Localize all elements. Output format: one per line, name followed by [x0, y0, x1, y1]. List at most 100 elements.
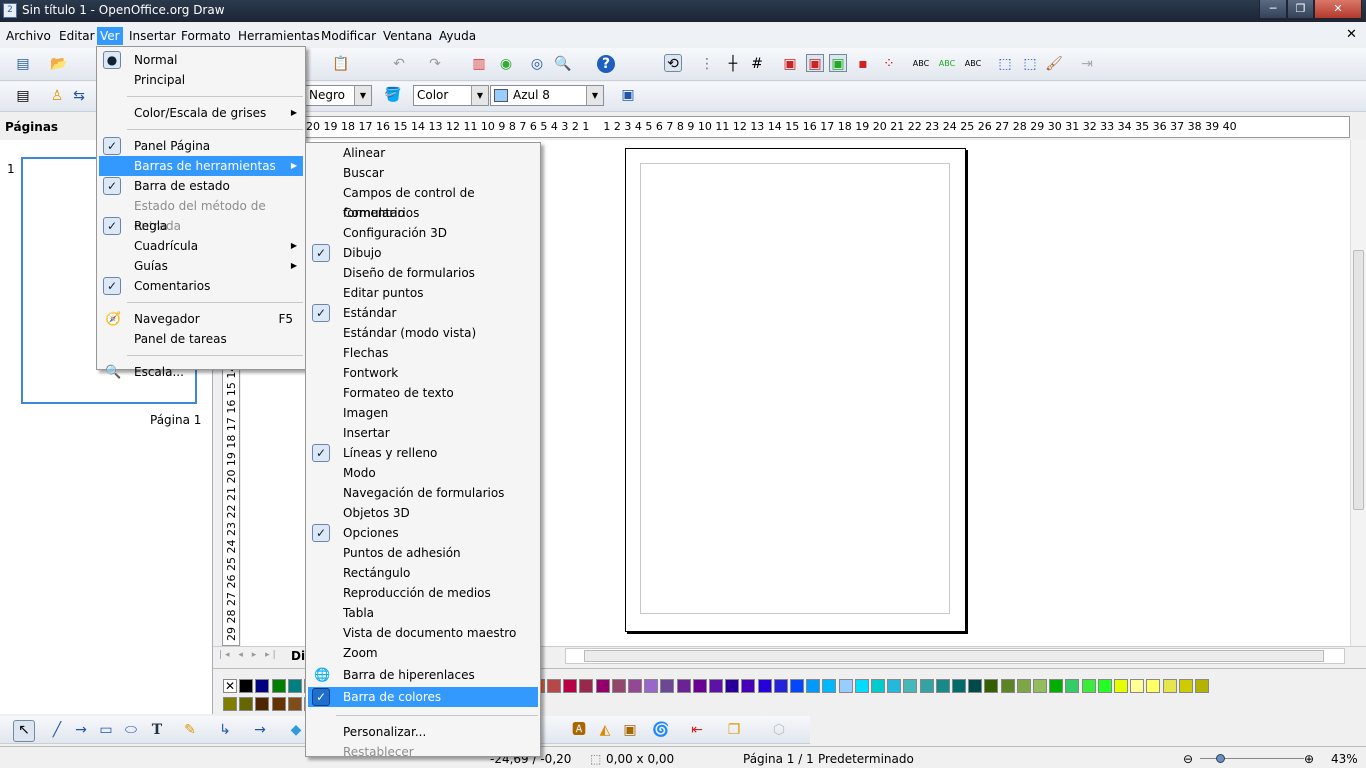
menu-item-buscar[interactable]: Buscar [308, 163, 538, 183]
color-swatch[interactable] [1081, 679, 1096, 693]
text-abc-green-icon[interactable]: ABC [938, 55, 956, 73]
menu-item-escala[interactable]: 🔍 Escala... [99, 362, 303, 382]
color-swatch[interactable] [223, 697, 237, 711]
menu-formato[interactable]: Formato [178, 27, 234, 45]
snap-points-icon[interactable]: ⁘ [880, 55, 898, 73]
color-swatch[interactable] [725, 679, 740, 693]
color-swatch[interactable] [1000, 679, 1015, 693]
snap-object-icon[interactable]: ▪ [854, 55, 872, 73]
zoom-out-icon[interactable]: ⊖ [1183, 752, 1193, 766]
shadow-icon[interactable]: ▣ [619, 86, 637, 104]
image-icon[interactable]: ▣ [621, 721, 639, 739]
menu-herramientas[interactable]: Herramientas [235, 27, 323, 45]
menu-item-alinear[interactable]: Alinear [308, 143, 538, 163]
menu-editar[interactable]: Editar [56, 27, 98, 45]
menu-item-campos-de-control-de-formulario[interactable]: Campos de control de formulario [308, 183, 538, 220]
menu-insertar[interactable]: Insertar [126, 27, 179, 45]
color-swatch[interactable] [644, 679, 659, 693]
vertical-scrollbar[interactable] [1350, 140, 1366, 646]
menu-item-barra-de-colores[interactable]: ✓ Barra de colores [308, 687, 538, 707]
menu-item-reproduccion-de-medios[interactable]: Reproducción de medios [308, 583, 538, 603]
menu-item-tabla[interactable]: Tabla [308, 603, 538, 623]
color-swatch[interactable] [1178, 679, 1193, 693]
area-style-dropdown[interactable]: Color ▼ [413, 85, 489, 106]
color-swatch[interactable] [838, 679, 853, 693]
menu-ver[interactable]: Ver [97, 27, 123, 45]
color-swatch[interactable] [709, 679, 723, 693]
menu-item-barras-de-herramientas[interactable]: Barras de herramientas ▶ [99, 156, 303, 176]
close-button[interactable]: ✕ [1314, 0, 1362, 19]
undo-icon[interactable]: ↶ [390, 55, 408, 73]
zoom-icon[interactable]: 🔍 [554, 55, 572, 73]
ellipse-icon[interactable]: ⬭ [122, 721, 140, 739]
color-swatch[interactable] [822, 679, 837, 693]
menu-item-principal[interactable]: Principal [99, 70, 303, 90]
menu-item-rectangulo[interactable]: Rectángulo [308, 563, 538, 583]
minimize-button[interactable]: ─ [1259, 0, 1287, 19]
menu-item-navegador[interactable]: 🧭 Navegador F5 [99, 309, 303, 329]
color-swatch[interactable] [676, 679, 691, 693]
color-swatch[interactable] [887, 679, 902, 693]
color-swatch[interactable] [790, 679, 804, 693]
menu-item-objetos-3d[interactable]: Objetos 3D [308, 503, 538, 523]
menu-item-flechas[interactable]: Flechas [308, 343, 538, 363]
zoom-slider-handle[interactable] [1216, 754, 1225, 763]
styles-icon[interactable]: ▤ [14, 87, 32, 105]
basic-shapes-icon[interactable]: ◆ [287, 721, 305, 739]
text-tool-icon[interactable]: T [148, 721, 166, 739]
color-swatch[interactable] [255, 697, 270, 711]
color-swatch[interactable] [871, 679, 885, 693]
area-color-dropdown[interactable]: Azul 8 ▼ [490, 85, 604, 106]
align-icon[interactable]: ⇤ [688, 721, 706, 739]
frame-icon[interactable]: # [748, 55, 766, 73]
menu-item-barra-de-hiperenlaces[interactable]: 🌐 Barra de hiperenlaces [308, 665, 538, 685]
arrow-line-icon[interactable]: → [72, 721, 90, 739]
menu-item-color-escala-de-grises[interactable]: Color/Escala de grises ▶ [99, 103, 303, 123]
color-swatch[interactable] [741, 679, 756, 693]
horizontal-scrollbar[interactable] [565, 648, 1345, 664]
color-swatch[interactable] [660, 679, 675, 693]
scroll-thumb[interactable] [1353, 250, 1364, 510]
lines-arrows-icon[interactable]: → [251, 721, 269, 739]
menu-item-diseno-de-formularios[interactable]: Diseño de formularios [308, 263, 538, 283]
menu-ventana[interactable]: Ventana [380, 27, 435, 45]
menu-item-formateo-de-texto[interactable]: Formateo de texto [308, 383, 538, 403]
select-icon[interactable]: ↖ [13, 720, 35, 742]
color-swatch[interactable] [1016, 679, 1031, 693]
color-swatch[interactable] [287, 697, 302, 711]
menu-item-fontwork[interactable]: Fontwork [308, 363, 538, 383]
fontwork-gallery-icon[interactable]: ◭ [596, 721, 614, 739]
color-swatch[interactable] [1162, 679, 1177, 693]
extrusion-icon[interactable]: ⬡ [770, 721, 788, 739]
effects-icon[interactable]: 🌀 [652, 721, 670, 739]
menu-item-regla[interactable]: ✓ Regla [99, 216, 303, 236]
maximize-button[interactable]: ❐ [1287, 0, 1314, 19]
arrange-icon[interactable]: ❐ [725, 721, 743, 739]
color-swatch[interactable] [935, 679, 950, 693]
menu-item-navegacion-de-formularios[interactable]: Navegación de formularios [308, 483, 538, 503]
color-swatch[interactable] [1130, 679, 1145, 693]
chart-icon[interactable]: ▥ [470, 55, 488, 73]
menu-item-panel-pagina[interactable]: ✓ Panel Página [99, 136, 303, 156]
menu-item-vista-de-documento-maestro[interactable]: Vista de documento maestro [308, 623, 538, 643]
menu-item-comentarios[interactable]: Comentarios [308, 203, 538, 223]
menu-item-modo[interactable]: Modo [308, 463, 538, 483]
color-swatch[interactable] [984, 679, 999, 693]
menu-archivo[interactable]: Archivo [3, 27, 54, 45]
menu-item-comentarios[interactable]: ✓ Comentarios [99, 276, 303, 296]
color-swatch[interactable] [1114, 679, 1128, 693]
color-swatch[interactable] [628, 679, 642, 693]
brush-icon[interactable]: 🖌 [1045, 55, 1063, 73]
rotate-mode-icon[interactable]: ⟲ [664, 54, 682, 72]
menu-item-dibujo[interactable]: ✓ Dibujo [308, 243, 538, 263]
paste-icon[interactable]: 📋 [332, 55, 350, 73]
tab-slide[interactable]: Di [291, 649, 305, 663]
color-swatch[interactable] [757, 679, 772, 693]
menu-modificar[interactable]: Modificar [318, 27, 379, 45]
rectangle-icon[interactable]: ▭ [97, 721, 115, 739]
color-swatch[interactable] [1097, 679, 1112, 693]
menu-item-imagen[interactable]: Imagen [308, 403, 538, 423]
redo-icon[interactable]: ↷ [426, 55, 444, 73]
color-swatch[interactable] [579, 679, 594, 693]
handles-icon[interactable]: ⬚ [996, 55, 1014, 73]
